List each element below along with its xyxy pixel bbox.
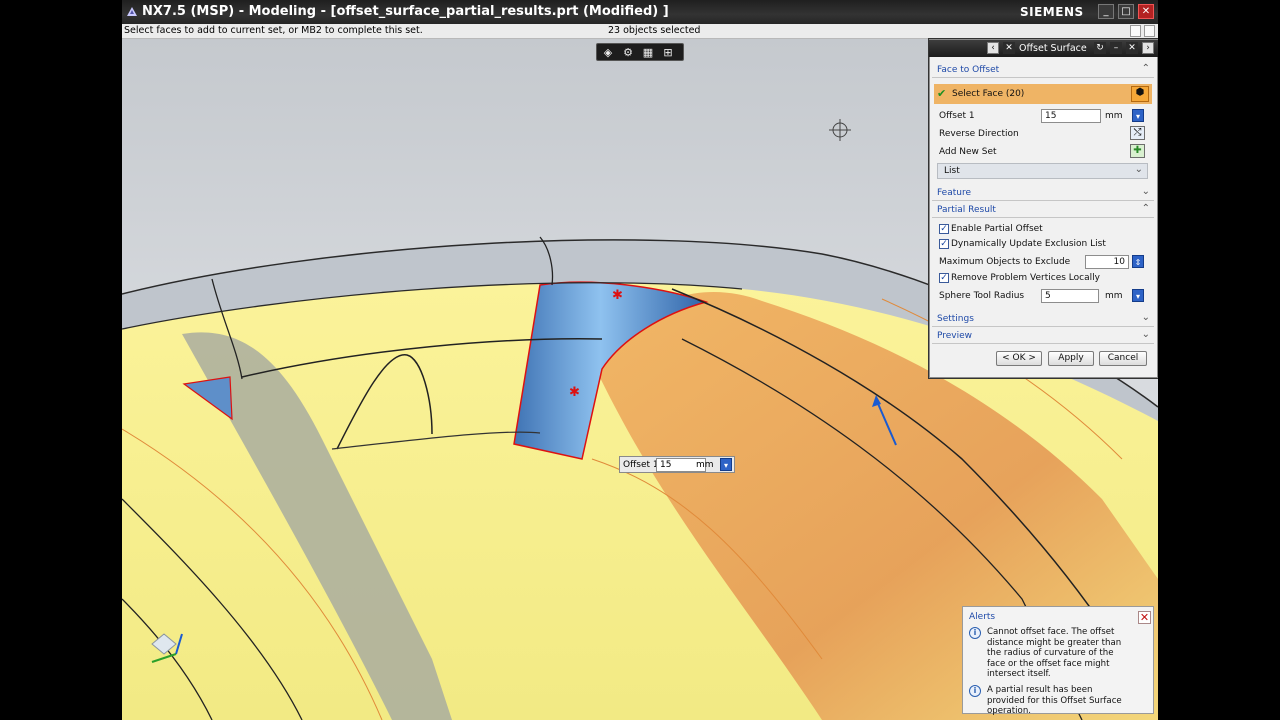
layout-icon[interactable]: ⊞ (661, 46, 675, 59)
maximize-button[interactable]: □ (1118, 4, 1134, 19)
settings-gear-icon[interactable]: ⚙ (621, 46, 635, 59)
collapse-icon[interactable]: – (1110, 42, 1122, 54)
alert-message: A partial result has been provided for t… (987, 685, 1122, 716)
section-partial-result[interactable]: Partial Result ⌃ (932, 202, 1154, 218)
apply-button[interactable]: Apply (1048, 351, 1094, 366)
cue-prompt: Select faces to add to current set, or M… (124, 25, 423, 36)
chevron-down-icon: ⌄ (1141, 312, 1150, 323)
restore-window-icon[interactable] (1130, 25, 1141, 37)
cue-line: Select faces to add to current set, or M… (122, 24, 1158, 39)
remove-problem-vertices-checkbox[interactable]: ✓ (939, 273, 949, 283)
status-line: 23 objects selected (608, 25, 701, 36)
section-settings[interactable]: Settings ⌄ (932, 311, 1154, 327)
checkmark-icon: ✔ (937, 87, 947, 100)
offset-surface-dialog: ‹ ✕ Offset Surface ↻ – ✕ › Face to Offse… (929, 39, 1158, 378)
grid-icon[interactable]: ▦ (641, 46, 655, 59)
onscreen-input-box: Offset 1 15 mm ▾ (619, 456, 735, 473)
window-title: NX7.5 (MSP) - Modeling - [offset_surface… (142, 4, 669, 19)
dynamic-update-checkbox[interactable]: ✓ (939, 239, 949, 249)
add-new-set-row: Add New Set ✚ (937, 144, 1149, 160)
info-icon: i (969, 685, 981, 697)
nx-window: NX7.5 (MSP) - Modeling - [offset_surface… (122, 0, 1158, 720)
info-icon: i (969, 627, 981, 639)
alerts-close-icon[interactable]: ✕ (1138, 611, 1151, 624)
dynamic-update-row[interactable]: ✓ Dynamically Update Exclusion List (937, 237, 1149, 253)
tool-icon: ✕ (1003, 42, 1015, 54)
offset-1-row: Offset 1 15 mm ▾ (937, 108, 1149, 124)
view-toolbar: ◈ ⚙ ▦ ⊞ (596, 43, 684, 61)
dialog-close-icon[interactable]: ✕ (1126, 42, 1138, 54)
next-dialog-icon[interactable]: › (1142, 42, 1154, 54)
osi-label: Offset 1 (623, 460, 659, 470)
max-objects-field[interactable]: 10 (1085, 255, 1129, 269)
section-face-to-offset[interactable]: Face to Offset ⌃ (932, 62, 1154, 78)
nx-app-icon (127, 7, 137, 16)
sphere-tool-field[interactable]: 5 (1041, 289, 1099, 303)
title-bar: NX7.5 (MSP) - Modeling - [offset_surface… (122, 0, 1158, 24)
siemens-logo: SIEMENS (1020, 5, 1084, 19)
add-new-set-icon[interactable]: ✚ (1130, 144, 1145, 158)
sphere-tool-row: Sphere Tool Radius 5 mm ▾ (937, 288, 1149, 304)
max-objects-spinner-icon[interactable]: ⇕ (1132, 255, 1144, 268)
chevron-down-icon: ⌄ (1141, 329, 1150, 340)
enable-partial-offset-row[interactable]: ✓ Enable Partial Offset (937, 222, 1149, 238)
minimize-button[interactable]: _ (1098, 4, 1114, 19)
face-select-icon[interactable]: ⬢ (1131, 86, 1149, 102)
vertex-marker-2: ✱ (569, 385, 580, 400)
reset-icon[interactable]: ↻ (1094, 42, 1106, 54)
list-expander[interactable]: List ⌄ (937, 163, 1148, 179)
chevron-up-icon: ⌃ (1141, 63, 1150, 74)
close-button[interactable]: ✕ (1138, 4, 1154, 19)
chevron-up-icon: ⌃ (1141, 203, 1150, 214)
sphere-tool-dropdown-icon[interactable]: ▾ (1132, 289, 1144, 302)
section-preview[interactable]: Preview ⌄ (932, 328, 1154, 344)
reverse-direction-icon[interactable]: ⤭ (1130, 126, 1145, 140)
enable-partial-offset-checkbox[interactable]: ✓ (939, 224, 949, 234)
dialog-title: Offset Surface (1019, 43, 1087, 54)
reverse-direction-row: Reverse Direction ⤭ (937, 126, 1149, 142)
alerts-panel: Alerts ✕ i Cannot offset face. The offse… (962, 606, 1154, 716)
max-objects-row: Maximum Objects to Exclude 10 ⇕ (937, 254, 1149, 270)
dialog-header: ‹ ✕ Offset Surface ↻ – ✕ › (929, 40, 1158, 57)
chevron-down-icon: ⌄ (1134, 164, 1143, 175)
osi-dropdown-icon[interactable]: ▾ (720, 458, 732, 471)
remove-problem-vertices-row[interactable]: ✓ Remove Problem Vertices Locally (937, 271, 1149, 287)
tile-window-icon[interactable] (1144, 25, 1155, 37)
prev-dialog-icon[interactable]: ‹ (987, 42, 999, 54)
render-style-icon[interactable]: ◈ (601, 46, 615, 59)
alerts-header: Alerts (969, 612, 996, 622)
section-feature[interactable]: Feature ⌄ (932, 185, 1154, 201)
cancel-button[interactable]: Cancel (1099, 351, 1147, 366)
offset-1-field[interactable]: 15 (1041, 109, 1101, 123)
chevron-down-icon: ⌄ (1141, 186, 1150, 197)
alert-message: Cannot offset face. The offset distance … (987, 627, 1122, 679)
select-face-row[interactable]: ✔ Select Face (20) ⬢ (934, 84, 1152, 104)
vertex-marker: ✱ (612, 288, 623, 303)
ok-button[interactable]: < OK > (996, 351, 1042, 366)
offset-1-dropdown-icon[interactable]: ▾ (1132, 109, 1144, 122)
